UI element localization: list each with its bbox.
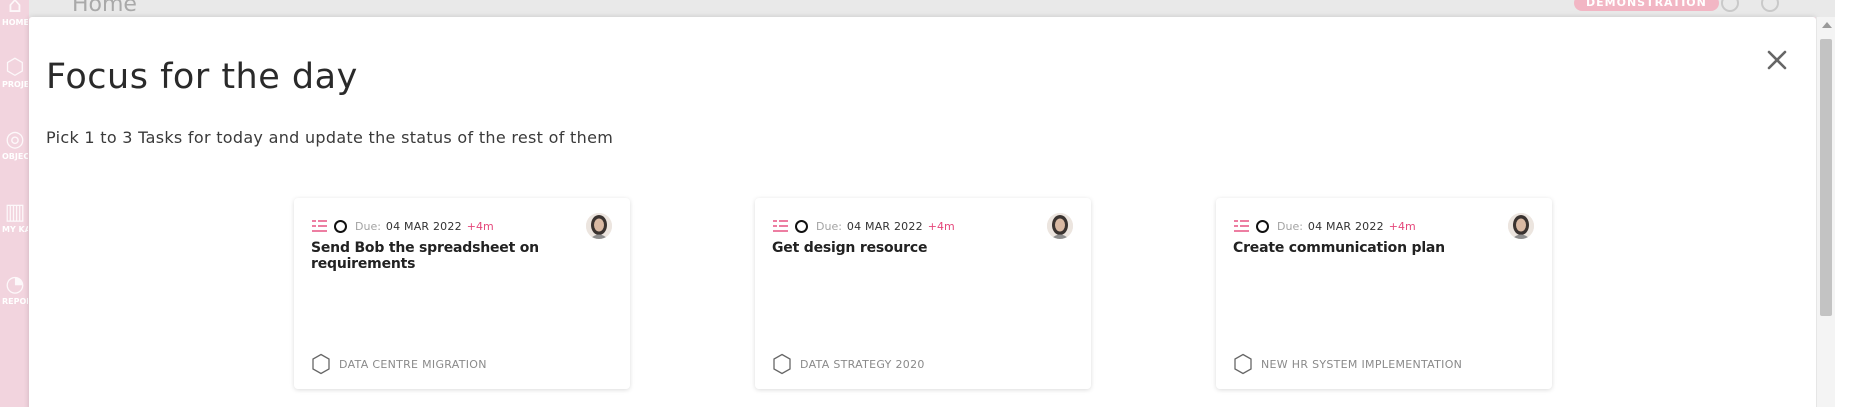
avatar: [586, 213, 612, 239]
modal-title: Focus for the day: [46, 57, 358, 97]
close-icon: [1767, 50, 1787, 70]
window-edge: [1835, 0, 1850, 407]
hexagon-icon: ⬡: [5, 55, 25, 80]
task-meta: Due: 04 MAR 2022 +4m: [1233, 218, 1416, 234]
task-title: Get design resource: [772, 240, 928, 256]
user-avatar-icon: [586, 213, 612, 239]
due-label: Due:: [816, 219, 842, 233]
sidebar-item-reports[interactable]: ◔ REPORTS: [2, 272, 28, 307]
project-name: DATA STRATEGY 2020: [800, 357, 925, 371]
task-project: NEW HR SYSTEM IMPLEMENTATION: [1233, 353, 1462, 375]
due-label: Due:: [1277, 219, 1303, 233]
due-date: 04 MAR 2022: [1307, 219, 1384, 233]
kanban-icon: ▥: [4, 200, 26, 225]
overdue-indicator: +4m: [1388, 219, 1416, 233]
due-label: Due:: [355, 219, 381, 233]
due-date: 04 MAR 2022: [846, 219, 923, 233]
sidebar: ⌂ HOME ⬡ PROJECTS ◎ OBJECTIVES ▥ MY KANB…: [0, 0, 29, 407]
app-header: [0, 0, 1850, 17]
close-button[interactable]: [1759, 42, 1795, 78]
overdue-indicator: +4m: [466, 219, 494, 233]
avatar: [1047, 213, 1073, 239]
sidebar-item-home[interactable]: ⌂ HOME: [2, 0, 28, 27]
hexagon-icon: [312, 353, 330, 375]
hexagon-icon: [1234, 353, 1252, 375]
subtask-list-icon: [773, 220, 788, 232]
user-avatar-icon: [1508, 213, 1534, 239]
sidebar-item-projects[interactable]: ⬡ PROJECTS: [2, 55, 28, 90]
subtask-list-icon: [312, 220, 327, 232]
task-title: Create communication plan: [1233, 240, 1445, 256]
project-name: NEW HR SYSTEM IMPLEMENTATION: [1261, 357, 1463, 371]
task-project: DATA STRATEGY 2020: [772, 353, 925, 375]
task-title: Send Bob the spreadsheet on requirements: [311, 240, 539, 272]
task-card[interactable]: Due: 04 MAR 2022 +4m Get design resource…: [755, 198, 1091, 389]
task-meta: Due: 04 MAR 2022 +4m: [311, 218, 494, 234]
status-circle-icon[interactable]: [1256, 219, 1269, 233]
project-name: DATA CENTRE MIGRATION: [339, 357, 487, 371]
task-card[interactable]: Due: 04 MAR 2022 +4m Send Bob the spread…: [294, 198, 630, 389]
sidebar-item-objectives[interactable]: ◎ OBJECTIVES: [2, 127, 28, 162]
task-meta: Due: 04 MAR 2022 +4m: [772, 218, 955, 234]
status-circle-icon[interactable]: [334, 219, 347, 233]
hexagon-icon: [773, 353, 791, 375]
demo-badge: DEMONSTRATION: [1574, 0, 1719, 11]
home-icon: ⌂: [8, 0, 22, 18]
user-avatar-icon: [1047, 213, 1073, 239]
reports-icon: ◔: [5, 272, 25, 297]
modal-subtitle: Pick 1 to 3 Tasks for today and update t…: [46, 128, 614, 147]
target-icon: ◎: [5, 127, 25, 152]
due-date: 04 MAR 2022: [385, 219, 462, 233]
task-project: DATA CENTRE MIGRATION: [311, 353, 487, 375]
subtask-list-icon: [1234, 220, 1249, 232]
scroll-up-arrow-icon[interactable]: [1822, 22, 1832, 28]
overdue-indicator: +4m: [927, 219, 955, 233]
scroll-thumb[interactable]: [1820, 39, 1832, 316]
task-card[interactable]: Due: 04 MAR 2022 +4m Create communicatio…: [1216, 198, 1552, 389]
sidebar-item-kanban[interactable]: ▥ MY KANBAN: [2, 200, 28, 235]
vertical-scrollbar[interactable]: [1816, 17, 1835, 407]
page-title: Home: [72, 0, 137, 17]
status-circle-icon[interactable]: [795, 219, 808, 233]
avatar: [1508, 213, 1534, 239]
